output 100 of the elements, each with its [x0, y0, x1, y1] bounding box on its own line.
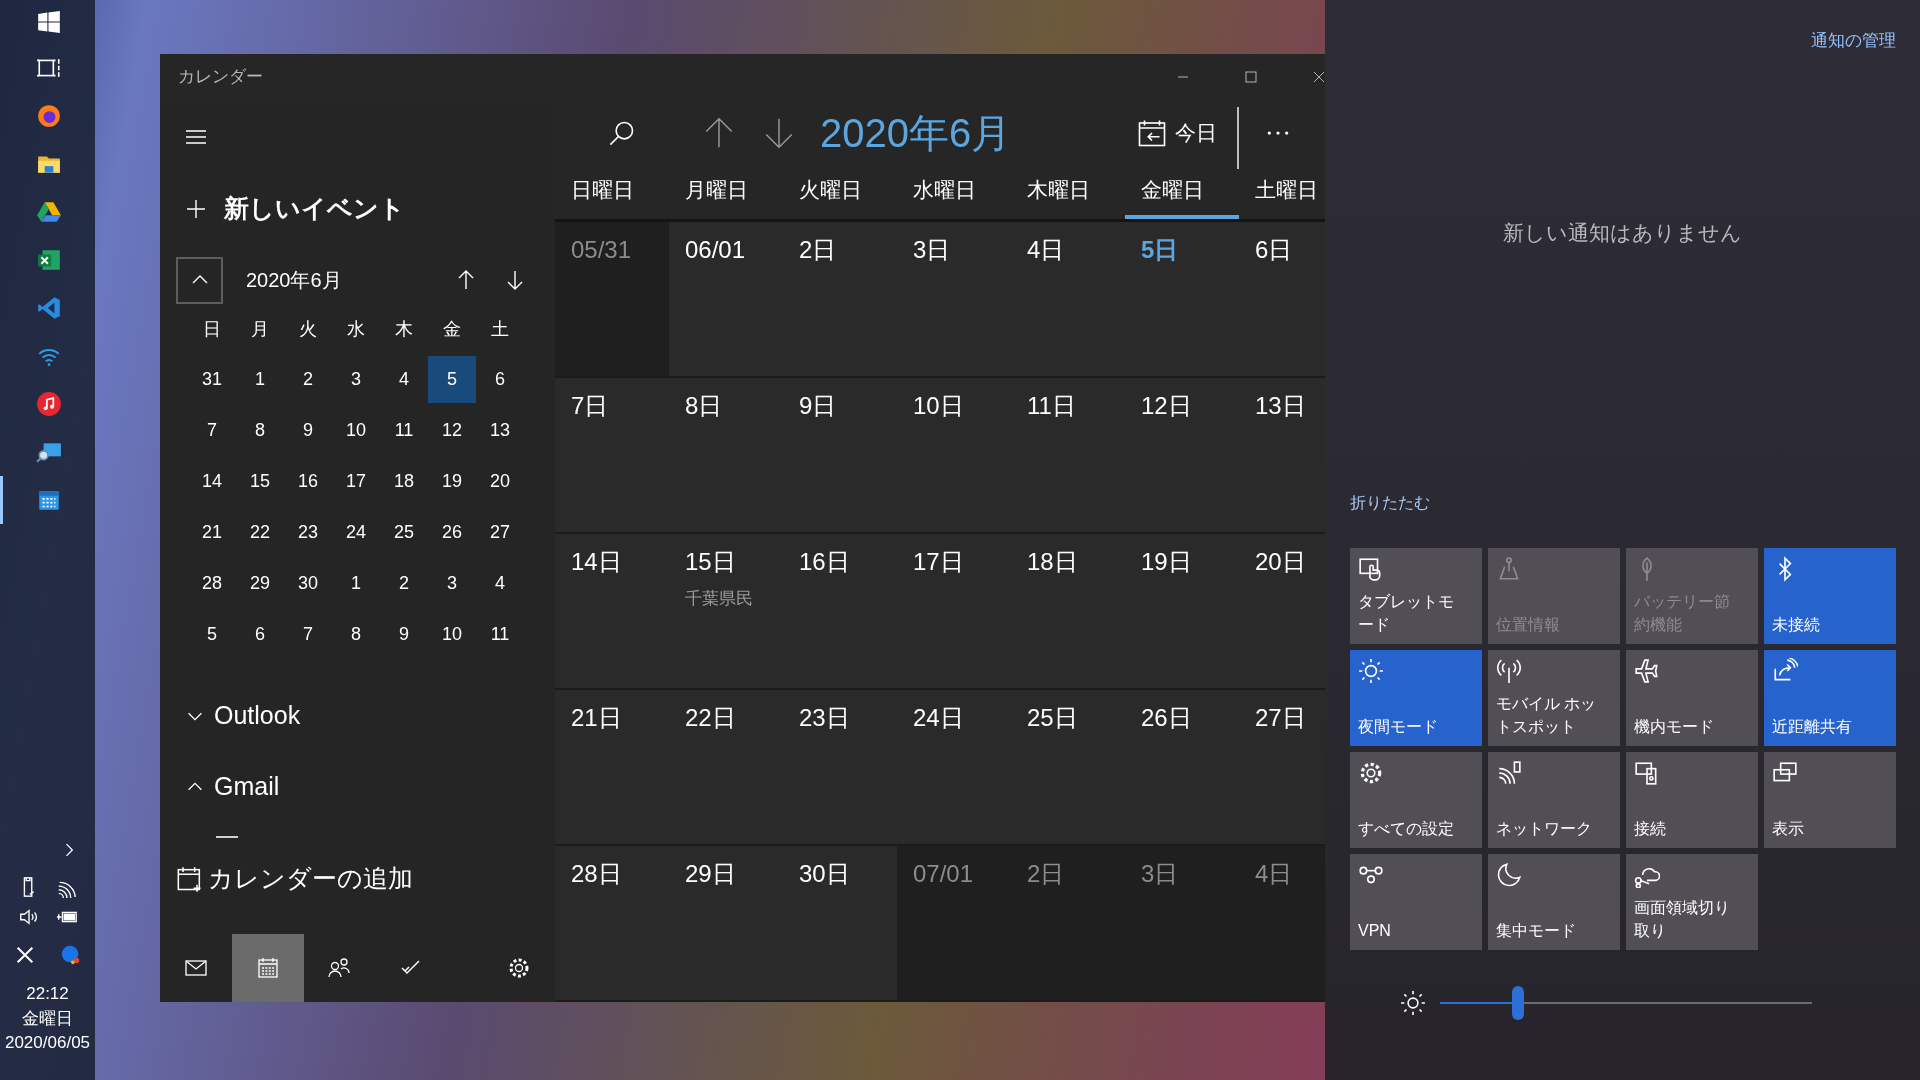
day-cell[interactable]: 2日: [783, 222, 897, 378]
day-cell[interactable]: 17日: [897, 534, 1011, 690]
date-cell[interactable]: 24: [332, 509, 380, 556]
new-event-button[interactable]: 新しいイベント: [160, 174, 555, 244]
date-cell[interactable]: 15: [236, 458, 284, 505]
date-cell[interactable]: 9: [284, 407, 332, 454]
today-button[interactable]: 今日: [1137, 116, 1217, 149]
day-cell[interactable]: 22日: [669, 690, 783, 846]
account-toggle[interactable]: Gmail: [160, 758, 555, 816]
day-cell[interactable]: 5日: [1125, 222, 1239, 378]
quick-action-tile[interactable]: 接続: [1626, 752, 1758, 848]
day-cell[interactable]: 07/01: [897, 846, 1011, 1002]
collapse-link[interactable]: 折りたたむ: [1350, 491, 1430, 515]
date-cell[interactable]: 17: [332, 458, 380, 505]
date-cell[interactable]: 25: [380, 509, 428, 556]
date-cell[interactable]: 10: [332, 407, 380, 454]
date-cell[interactable]: 31: [188, 356, 236, 403]
date-cell[interactable]: 4: [476, 560, 524, 607]
day-cell[interactable]: 12日: [1125, 378, 1239, 534]
date-cell[interactable]: 28: [188, 560, 236, 607]
day-cell[interactable]: 28日: [555, 846, 669, 1002]
manage-notifications-link[interactable]: 通知の管理: [1811, 28, 1896, 54]
date-cell[interactable]: 18: [380, 458, 428, 505]
date-cell[interactable]: 13: [476, 407, 524, 454]
account-toggle[interactable]: Outlook: [160, 687, 555, 745]
day-cell[interactable]: 4日: [1011, 222, 1125, 378]
day-cell[interactable]: 05/31: [555, 222, 669, 378]
date-cell[interactable]: 27: [476, 509, 524, 556]
date-cell[interactable]: 14: [188, 458, 236, 505]
date-cell[interactable]: 11: [380, 407, 428, 454]
date-cell[interactable]: 8: [236, 407, 284, 454]
assistant-icon[interactable]: [59, 944, 82, 967]
nav-button[interactable]: [231, 934, 304, 1002]
day-cell[interactable]: 8日: [669, 378, 783, 534]
event-label[interactable]: 千葉県民: [685, 586, 783, 612]
date-cell[interactable]: 4: [380, 356, 428, 403]
day-cell[interactable]: 3日: [1125, 846, 1239, 1002]
quick-action-tile[interactable]: ネットワーク: [1488, 752, 1620, 848]
date-cell[interactable]: 29: [236, 560, 284, 607]
date-cell[interactable]: 7: [188, 407, 236, 454]
quick-action-tile[interactable]: VPN: [1350, 854, 1482, 950]
date-cell[interactable]: 6: [476, 356, 524, 403]
quick-action-tile[interactable]: タブレットモード: [1350, 548, 1482, 644]
day-cell[interactable]: 2日: [1011, 846, 1125, 1002]
day-cell[interactable]: 16日: [783, 534, 897, 690]
date-cell[interactable]: 26: [428, 509, 476, 556]
date-cell[interactable]: 11: [476, 611, 524, 658]
quick-action-tile[interactable]: 機内モード: [1626, 650, 1758, 746]
slider-thumb[interactable]: [1512, 986, 1525, 1020]
date-cell[interactable]: 2: [284, 356, 332, 403]
date-cell[interactable]: 5: [428, 356, 476, 403]
day-cell[interactable]: 6日: [1239, 222, 1325, 378]
date-cell[interactable]: 3: [332, 356, 380, 403]
date-cell[interactable]: 6: [236, 611, 284, 658]
day-cell[interactable]: 4日: [1239, 846, 1325, 1002]
day-cell[interactable]: 15日 千葉県民: [669, 534, 783, 690]
date-cell[interactable]: 12: [428, 407, 476, 454]
quick-action-tile[interactable]: 表示: [1764, 752, 1896, 848]
quick-action-tile[interactable]: 未接続: [1764, 548, 1896, 644]
day-cell[interactable]: 18日: [1011, 534, 1125, 690]
date-cell[interactable]: 20: [476, 458, 524, 505]
day-cell[interactable]: 13日: [1239, 378, 1325, 534]
day-cell[interactable]: 20日: [1239, 534, 1325, 690]
day-cell[interactable]: 21日: [555, 690, 669, 846]
date-cell[interactable]: 30: [284, 560, 332, 607]
date-cell[interactable]: 23: [284, 509, 332, 556]
date-cell[interactable]: 5: [188, 611, 236, 658]
date-cell[interactable]: 7: [284, 611, 332, 658]
date-cell[interactable]: 1: [332, 560, 380, 607]
date-cell[interactable]: 10: [428, 611, 476, 658]
date-cell[interactable]: 19: [428, 458, 476, 505]
date-cell[interactable]: 1: [236, 356, 284, 403]
add-calendar-button[interactable]: カレンダーの追加: [160, 856, 555, 902]
date-cell[interactable]: 8: [332, 611, 380, 658]
day-cell[interactable]: 06/01: [669, 222, 783, 378]
day-cell[interactable]: 29日: [669, 846, 783, 1002]
quick-action-tile[interactable]: 画面領域切り取り: [1626, 854, 1758, 950]
quick-action-tile[interactable]: モバイル ホットスポット: [1488, 650, 1620, 746]
day-cell[interactable]: 26日: [1125, 690, 1239, 846]
date-cell[interactable]: 16: [284, 458, 332, 505]
date-cell[interactable]: 9: [380, 611, 428, 658]
date-cell[interactable]: 21: [188, 509, 236, 556]
day-cell[interactable]: 14日: [555, 534, 669, 690]
day-cell[interactable]: 19日: [1125, 534, 1239, 690]
date-cell[interactable]: 3: [428, 560, 476, 607]
day-cell[interactable]: 30日: [783, 846, 897, 1002]
day-cell[interactable]: 11日: [1011, 378, 1125, 534]
day-cell[interactable]: 25日: [1011, 690, 1125, 846]
quick-action-tile[interactable]: すべての設定: [1350, 752, 1482, 848]
day-cell[interactable]: 9日: [783, 378, 897, 534]
quick-action-tile[interactable]: 集中モード: [1488, 854, 1620, 950]
date-cell[interactable]: 22: [236, 509, 284, 556]
day-cell[interactable]: 10日: [897, 378, 1011, 534]
quick-action-tile[interactable]: 近距離共有: [1764, 650, 1896, 746]
day-cell[interactable]: 23日: [783, 690, 897, 846]
day-cell[interactable]: 24日: [897, 690, 1011, 846]
day-cell[interactable]: 3日: [897, 222, 1011, 378]
day-cell[interactable]: 27日: [1239, 690, 1325, 846]
day-cell[interactable]: 7日: [555, 378, 669, 534]
quick-action-tile[interactable]: 夜間モード: [1350, 650, 1482, 746]
